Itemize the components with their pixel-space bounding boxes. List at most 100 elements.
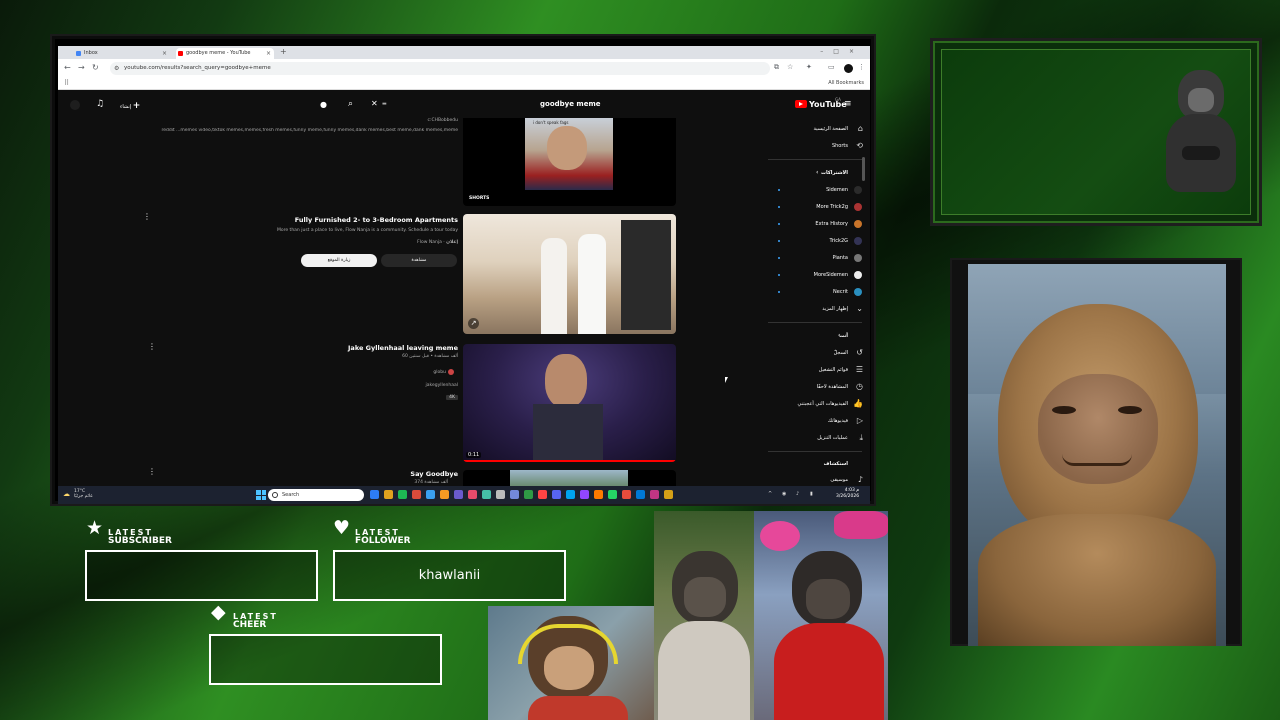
sidebar-item-shorts[interactable]: Shorts ⟲: [766, 139, 866, 153]
watch-button[interactable]: مشاهدة: [381, 254, 457, 267]
sidepanel-icon[interactable]: ▭: [828, 63, 835, 71]
avatar[interactable]: [70, 100, 80, 110]
search-input[interactable]: goodbye meme: [540, 100, 600, 108]
taskbar-app-icon[interactable]: [510, 490, 519, 499]
weather-icon[interactable]: ☁: [63, 490, 70, 498]
tab-youtube[interactable]: goodbye meme - YouTube ×: [176, 48, 274, 59]
menu-dots-icon[interactable]: ⋮: [858, 63, 865, 71]
more-options-icon[interactable]: ⋮: [148, 467, 156, 476]
sidebar-item-downloads[interactable]: عمليات التنزيل ⤓: [766, 431, 866, 445]
hamburger-menu-icon[interactable]: ≡: [844, 99, 852, 109]
sidebar-item-trick2g[interactable]: Trick2G: [766, 234, 866, 248]
forward-icon[interactable]: →: [78, 63, 85, 72]
channel-name[interactable]: globu: [358, 370, 446, 375]
weather-widget[interactable]: 17°C غائم جزئيًا: [74, 489, 93, 499]
taskbar-app-icon[interactable]: [650, 490, 659, 499]
new-tab-icon[interactable]: +: [280, 47, 287, 56]
taskbar-app-icon[interactable]: [636, 490, 645, 499]
mic-icon[interactable]: ●: [320, 100, 327, 109]
taskbar-app-icon[interactable]: [384, 490, 393, 499]
sidebar-item-sidemen[interactable]: Sidemen: [766, 183, 866, 197]
sidebar-item-more-trick2g[interactable]: More Trick2g: [766, 200, 866, 214]
sidebar-item-liked[interactable]: الفيديوهات التي أعجبتني 👍: [766, 397, 866, 411]
taskbar-app-icon[interactable]: [370, 490, 379, 499]
sidebar-heading-you[interactable]: أنت ‹: [766, 329, 866, 343]
taskbar-clock[interactable]: 4:03 م 3/26/2026: [836, 488, 859, 500]
video-hashtag[interactable]: jakegyllenhaal: [358, 383, 458, 388]
taskbar-app-icon[interactable]: [468, 490, 477, 499]
taskbar-app-icon[interactable]: [412, 490, 421, 499]
cast-icon[interactable]: ⧉: [774, 63, 779, 72]
ad-title[interactable]: Fully Furnished 2- to 3-Bedroom Apartmen…: [238, 216, 458, 224]
sidebar-item-extra-history[interactable]: Extra History: [766, 217, 866, 231]
taskbar-app-icon[interactable]: [566, 490, 575, 499]
sidebar-heading-subscriptions[interactable]: الاشتراكات ‹: [766, 166, 866, 180]
video-title[interactable]: Say Goodbye: [358, 470, 458, 478]
visit-site-button[interactable]: زيارة الموقع: [301, 254, 377, 267]
taskbar-app-icon[interactable]: [594, 490, 603, 499]
profile-avatar[interactable]: [844, 64, 853, 73]
taskbar-app-icon[interactable]: [608, 490, 617, 499]
ad-thumbnail[interactable]: ↗: [463, 214, 676, 334]
taskbar-app-icon[interactable]: [622, 490, 631, 499]
apps-grid-icon[interactable]: ⠿: [64, 79, 69, 87]
video-thumbnail[interactable]: 0:11: [463, 344, 676, 462]
sidebar-item-watch-later[interactable]: المشاهدة لاحقًا ◷: [766, 380, 866, 394]
taskbar-app-icon[interactable]: [538, 490, 547, 499]
keyboard-icon[interactable]: ▬: [382, 101, 387, 107]
search-icon[interactable]: ⌕: [348, 99, 353, 109]
sidebar-item-necrit[interactable]: Necrit: [766, 285, 866, 299]
external-link-icon[interactable]: ↗: [468, 318, 479, 329]
extensions-icon[interactable]: ✦: [806, 63, 812, 71]
clear-search-icon[interactable]: ✕: [371, 99, 378, 108]
close-icon[interactable]: ×: [162, 48, 167, 59]
taskbar-app-icon[interactable]: [426, 490, 435, 499]
sidebar-heading-explore[interactable]: استكشاف: [766, 457, 866, 471]
bookmark-star-icon[interactable]: ☆: [787, 63, 793, 71]
window-controls[interactable]: –□×: [820, 48, 864, 55]
more-options-icon[interactable]: ⋮: [143, 212, 151, 221]
shorts-thumbnail[interactable]: i don't speak fags: [525, 118, 613, 190]
address-bar[interactable]: ⚙ youtube.com/results?search_query=goodb…: [110, 62, 770, 75]
taskbar-app-icon[interactable]: [482, 490, 491, 499]
sidebar-item-pianta[interactable]: Pianta: [766, 251, 866, 265]
taskbar-app-icon[interactable]: [552, 490, 561, 499]
sidebar-show-more[interactable]: إظهار المزيد ⌄: [766, 302, 866, 316]
taskbar-app-icon[interactable]: [398, 490, 407, 499]
all-bookmarks-link[interactable]: All Bookmarks: [828, 80, 864, 86]
more-options-icon[interactable]: ⋮: [148, 342, 156, 351]
site-info-icon[interactable]: ⚙: [114, 62, 119, 75]
tray-chevron-icon[interactable]: ^: [768, 491, 772, 497]
sidebar-item-label: السجلّ: [833, 350, 848, 356]
channel-name[interactable]: c:CHBobbedu: [358, 118, 458, 123]
taskbar-app-icon[interactable]: [496, 490, 505, 499]
sidebar-item-your-videos[interactable]: فيديوهاتك ▷: [766, 414, 866, 428]
sidebar-item-moresidemen[interactable]: MoreSidemen: [766, 268, 866, 282]
sidebar-item-music[interactable]: موسيقى ♪: [766, 473, 866, 486]
taskbar-search[interactable]: Search: [268, 489, 364, 501]
close-icon[interactable]: ×: [266, 48, 271, 59]
taskbar-app-icon[interactable]: [440, 490, 449, 499]
taskbar-app-icon[interactable]: [454, 490, 463, 499]
sidebar-item-home[interactable]: الصفحة الرئيسية ⌂: [766, 122, 866, 136]
bell-icon[interactable]: ♫: [96, 99, 104, 109]
create-button[interactable]: إنشاء +: [120, 101, 140, 111]
video-title[interactable]: Jake Gyllenhaal leaving meme: [278, 344, 458, 352]
taskbar-app-icon[interactable]: [580, 490, 589, 499]
reload-icon[interactable]: ↻: [92, 63, 99, 72]
back-icon[interactable]: ←: [64, 63, 71, 72]
battery-icon[interactable]: ▮: [810, 491, 813, 497]
shorts-shelf[interactable]: i don't speak fags SHORTS: [463, 118, 676, 206]
webcam-frame-top: [930, 38, 1262, 226]
sidebar-item-playlists[interactable]: قوائم التشغيل ☰: [766, 363, 866, 377]
video-thumbnail[interactable]: [463, 470, 676, 486]
wifi-icon[interactable]: ◉: [782, 491, 786, 497]
start-button[interactable]: [256, 490, 266, 500]
channel-avatar[interactable]: [448, 369, 454, 375]
taskbar-app-icon[interactable]: [524, 490, 533, 499]
channel-avatar: [854, 288, 862, 296]
tab-inbox[interactable]: Inbox ×: [74, 48, 170, 59]
taskbar-app-icon[interactable]: [664, 490, 673, 499]
volume-icon[interactable]: ♪: [796, 491, 799, 497]
sidebar-item-history[interactable]: السجلّ ↺: [766, 346, 866, 360]
